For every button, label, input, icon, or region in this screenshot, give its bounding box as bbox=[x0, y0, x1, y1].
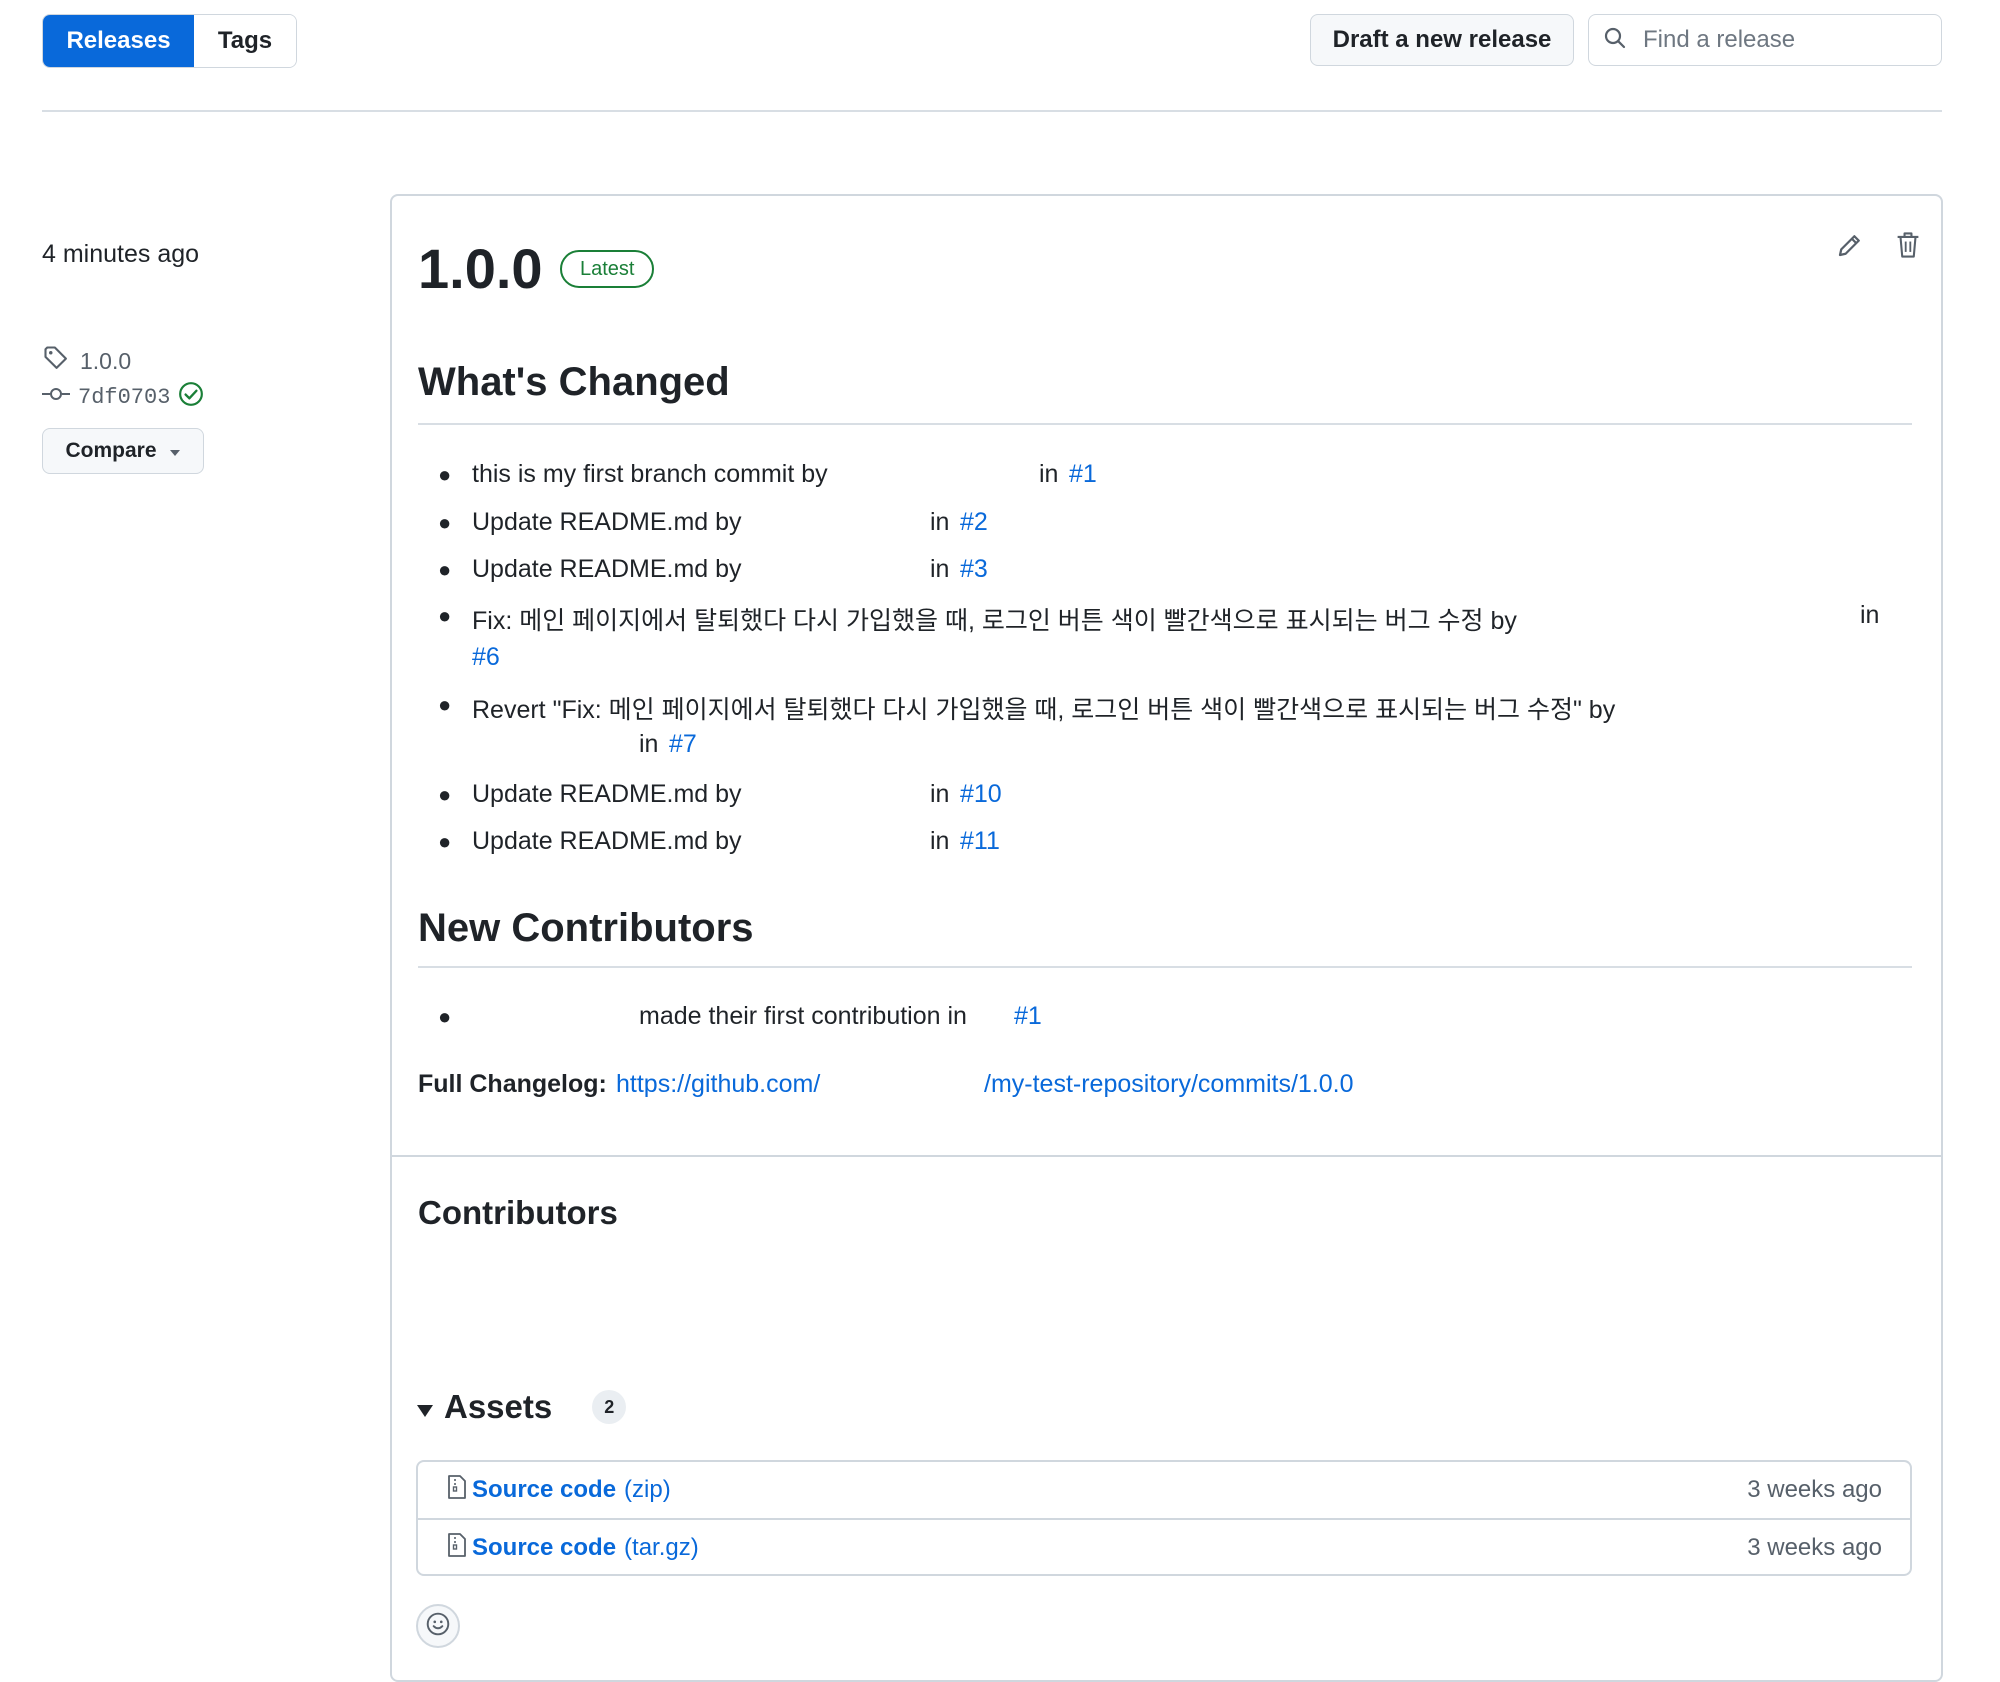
new-contributors-heading: New Contributors bbox=[418, 906, 754, 950]
releases-tags-toggle: Releases Tags bbox=[42, 14, 297, 68]
change-text: Update README.md by bbox=[472, 508, 742, 536]
full-changelog: Full Changelog: https://github.com/ /my-… bbox=[418, 1070, 1354, 1099]
divider bbox=[42, 110, 1942, 112]
assets-label: Assets bbox=[444, 1388, 553, 1425]
compare-button[interactable]: Compare bbox=[42, 428, 204, 474]
change-text: Update README.md by bbox=[472, 555, 742, 583]
changelog-link[interactable]: https://github.com/ bbox=[616, 1070, 820, 1099]
heading-rule bbox=[418, 423, 1912, 425]
change-in: in bbox=[1039, 460, 1059, 488]
pr-link[interactable]: #3 bbox=[960, 555, 988, 584]
heading-rule bbox=[418, 966, 1912, 968]
change-in: in bbox=[930, 827, 950, 855]
compare-label: Compare bbox=[65, 439, 157, 462]
pr-link[interactable]: #11 bbox=[960, 827, 1000, 856]
commit-link[interactable]: 7df0703 bbox=[42, 381, 204, 414]
asset-ext: (zip) bbox=[624, 1476, 671, 1503]
file-zip-icon bbox=[446, 1474, 468, 1507]
latest-badge: Latest bbox=[560, 250, 655, 288]
list-item: ● made their first contribution in #1 bbox=[438, 1002, 1042, 1030]
tab-releases[interactable]: Releases bbox=[43, 15, 194, 67]
asset-name[interactable]: Source code bbox=[472, 1534, 616, 1562]
asset-time: 3 weeks ago bbox=[1747, 1476, 1882, 1503]
contributors-heading: Contributors bbox=[418, 1194, 618, 1231]
whats-changed-heading: What's Changed bbox=[418, 360, 730, 404]
assets-count-badge: 2 bbox=[592, 1390, 627, 1424]
tag-name: 1.0.0 bbox=[80, 347, 132, 374]
pr-link[interactable]: #1 bbox=[1014, 1002, 1042, 1031]
list-item: ● this is my first branch commit by in #… bbox=[438, 460, 1097, 488]
change-in: in bbox=[930, 780, 950, 808]
pr-link[interactable]: #7 bbox=[669, 730, 697, 759]
release-version[interactable]: 1.0.0 bbox=[418, 236, 543, 301]
list-item: ● Update README.md by in #11 bbox=[438, 827, 1000, 855]
search-icon bbox=[1603, 26, 1627, 55]
change-text: Revert "Fix: 메인 페이지에서 탈퇴했다 다시 가입했을 때, 로그… bbox=[472, 696, 1616, 724]
list-item: ● Update README.md by in #3 bbox=[438, 555, 988, 583]
change-text: Fix: 메인 페이지에서 탈퇴했다 다시 가입했을 때, 로그인 버튼 색이 … bbox=[472, 607, 1517, 635]
change-in: in bbox=[930, 555, 950, 583]
changelog-link-path[interactable]: /my-test-repository/commits/1.0.0 bbox=[984, 1070, 1354, 1099]
tag-link[interactable]: 1.0.0 bbox=[42, 344, 131, 378]
pr-link[interactable]: #1 bbox=[1069, 460, 1097, 489]
change-in: in bbox=[1860, 601, 1880, 629]
change-text: this is my first branch commit by bbox=[472, 460, 828, 488]
pr-link[interactable]: #2 bbox=[960, 508, 988, 537]
add-reaction-button[interactable] bbox=[416, 1604, 460, 1648]
tab-tags[interactable]: Tags bbox=[194, 15, 296, 67]
change-text: Update README.md by bbox=[472, 780, 742, 808]
list-item: ● Revert "Fix: 메인 페이지에서 탈퇴했다 다시 가입했을 때, … bbox=[438, 692, 1616, 758]
release-time: 4 minutes ago bbox=[42, 240, 200, 268]
find-release-search[interactable] bbox=[1588, 14, 1942, 66]
asset-name[interactable]: Source code bbox=[472, 1476, 616, 1504]
change-in: in bbox=[930, 508, 950, 536]
git-commit-icon bbox=[42, 384, 70, 411]
list-item: ● Update README.md by in #10 bbox=[438, 780, 1002, 808]
pr-link[interactable]: #6 bbox=[472, 643, 500, 672]
change-text: Update README.md by bbox=[472, 827, 742, 855]
commit-sha: 7df0703 bbox=[78, 385, 171, 410]
list-item: ● Fix: 메인 페이지에서 탈퇴했다 다시 가입했을 때, 로그인 버튼 색… bbox=[438, 601, 1880, 671]
full-changelog-label: Full Changelog: bbox=[418, 1070, 607, 1098]
asset-ext: (tar.gz) bbox=[624, 1534, 699, 1561]
check-circle-icon bbox=[178, 381, 204, 414]
pr-link[interactable]: #10 bbox=[960, 780, 1002, 809]
file-zip-icon bbox=[446, 1532, 468, 1565]
asset-row[interactable]: Source code (tar.gz) 3 weeks ago bbox=[418, 1518, 1910, 1576]
tag-icon bbox=[42, 344, 70, 378]
asset-time: 3 weeks ago bbox=[1747, 1534, 1882, 1561]
list-item: ● Update README.md by in #2 bbox=[438, 508, 988, 536]
assets-toggle[interactable]: Assets 2 bbox=[416, 1388, 627, 1426]
section-divider bbox=[390, 1155, 1943, 1157]
smiley-icon bbox=[425, 1611, 451, 1642]
trash-icon[interactable] bbox=[1894, 230, 1922, 265]
asset-row[interactable]: Source code (zip) 3 weeks ago bbox=[418, 1462, 1910, 1518]
edit-pencil-icon[interactable] bbox=[1835, 230, 1865, 265]
assets-list: Source code (zip) 3 weeks ago Source cod… bbox=[416, 1460, 1912, 1576]
new-contrib-text: made their first contribution in bbox=[639, 1002, 967, 1030]
triangle-down-icon bbox=[416, 1388, 434, 1426]
triangle-down-icon bbox=[169, 439, 181, 463]
draft-new-release-button[interactable]: Draft a new release bbox=[1310, 14, 1574, 66]
change-in: in bbox=[639, 730, 659, 758]
search-input[interactable] bbox=[1641, 25, 1925, 55]
